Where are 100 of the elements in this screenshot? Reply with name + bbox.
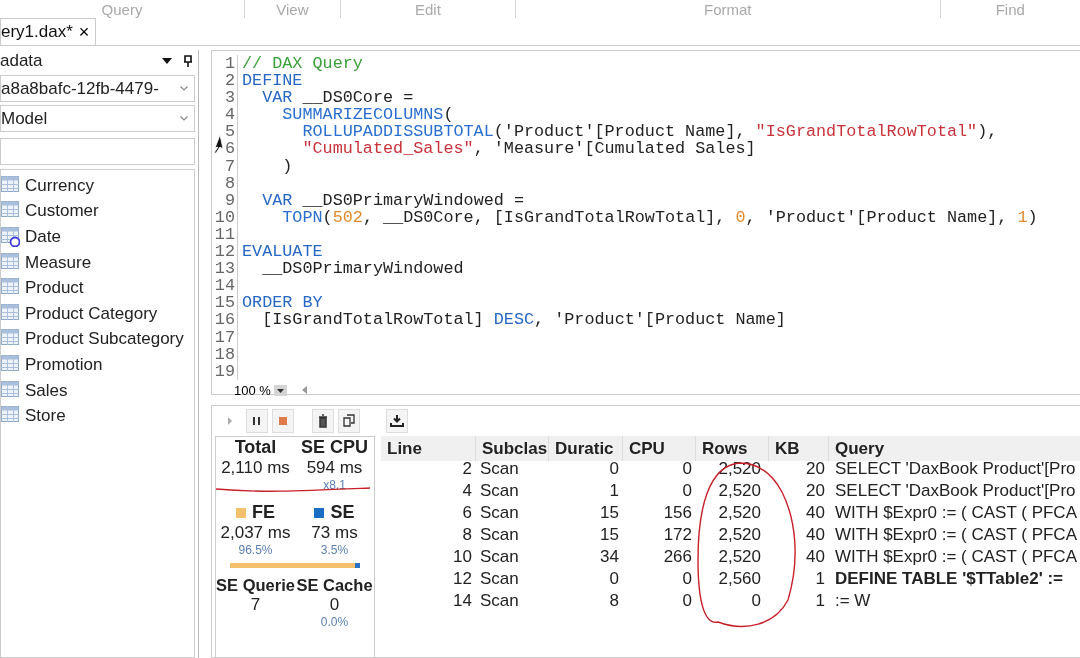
table-cell-text: 0 bbox=[681, 458, 693, 480]
line-number: 7 bbox=[212, 157, 238, 175]
line-number: 9 bbox=[212, 191, 238, 209]
model-dropdown[interactable]: Model bbox=[0, 105, 195, 132]
close-button[interactable]: × bbox=[78, 21, 90, 43]
table-cell-text: Scan bbox=[479, 480, 520, 502]
copy-button[interactable] bbox=[338, 409, 360, 433]
line-number: 10 bbox=[212, 208, 238, 226]
metric-value: 0 bbox=[328, 595, 341, 615]
line-number: 11 bbox=[212, 225, 238, 244]
table-cell-text: 0 bbox=[750, 590, 762, 612]
code-line: DEFINE bbox=[241, 72, 303, 90]
chevron-down-icon bbox=[180, 116, 188, 121]
copy-icon bbox=[342, 414, 356, 428]
pin-icon[interactable] bbox=[184, 55, 192, 67]
table-cell-text: 40 bbox=[805, 502, 826, 524]
metric-label: Total bbox=[233, 437, 278, 458]
metric-label: FE bbox=[252, 502, 275, 522]
panel-title: adata bbox=[0, 51, 44, 71]
scroll-left-icon[interactable] bbox=[301, 386, 308, 395]
chevron-down-icon bbox=[180, 86, 188, 91]
metric-label: SE CPU bbox=[300, 437, 369, 458]
code-line: TOPN(502, __DS0Core, [IsGrandTotalRowTotal], 0, 'Product'[Product Name], 1) bbox=[281, 208, 1038, 226]
export-button[interactable] bbox=[386, 409, 408, 433]
line-number: 8 bbox=[212, 174, 238, 192]
code-line: ROLLUPADDISSUBTOTAL('Product'[Product Name], "IsGrandTotalRowTotal"), bbox=[301, 123, 998, 141]
table-cell-text: Scan bbox=[479, 546, 520, 568]
ribbon-group-label: Format bbox=[704, 2, 752, 18]
table-cell-text: 0 bbox=[608, 568, 620, 590]
table-name[interactable]: Promotion bbox=[25, 354, 103, 375]
line-number: 16 bbox=[212, 311, 238, 329]
table-cell-text: 2 bbox=[461, 458, 473, 480]
table-name[interactable]: Product bbox=[25, 278, 84, 299]
zoom-level: 100 % bbox=[234, 382, 271, 398]
table-cell-text: 20 bbox=[805, 458, 826, 480]
table-cell-text: 2,520 bbox=[717, 502, 762, 524]
table-cell-text: 2,520 bbox=[717, 480, 762, 502]
column-header[interactable]: Duratic bbox=[549, 436, 623, 461]
column-header[interactable]: Rows bbox=[696, 436, 769, 461]
zoom-dropdown-icon[interactable] bbox=[273, 384, 287, 396]
table-cell-text: 0 bbox=[681, 568, 693, 590]
table-name[interactable]: Product Category bbox=[25, 303, 158, 324]
line-number: 13 bbox=[212, 260, 238, 278]
database-dropdown[interactable]: a8a8bafc-12fb-4479- bbox=[0, 75, 195, 102]
column-header[interactable]: Query bbox=[829, 436, 1080, 461]
code-line: EVALUATE bbox=[241, 243, 323, 261]
dropdown-caret-icon[interactable] bbox=[162, 58, 172, 64]
metric-value: 7 bbox=[249, 595, 262, 615]
table-name[interactable]: Date bbox=[25, 227, 61, 247]
table-name[interactable]: Store bbox=[25, 406, 66, 427]
table-cell-text: WITH $Expr0 := ( CAST ( PFCA bbox=[834, 502, 1078, 524]
trash-icon bbox=[316, 414, 330, 428]
table-cell-text: 2,560 bbox=[717, 568, 762, 590]
table-cell-text: 6 bbox=[461, 502, 473, 524]
metric-percent: 3.5% bbox=[319, 543, 350, 557]
document-tab[interactable]: ery1.dax* × bbox=[0, 18, 97, 45]
table-cell-text: 1 bbox=[608, 480, 620, 502]
download-icon bbox=[390, 414, 404, 428]
metric-percent: 0.0% bbox=[319, 615, 350, 629]
code-line: [IsGrandTotalRowTotal] DESC, 'Product'[Product Name] bbox=[261, 311, 786, 329]
table-name[interactable]: Currency bbox=[25, 175, 94, 196]
table-cell-text: 12 bbox=[452, 568, 473, 590]
clear-button[interactable] bbox=[312, 409, 334, 433]
column-header[interactable]: CPU bbox=[623, 436, 696, 461]
metric-value: 594 ms bbox=[305, 458, 364, 478]
table-cell-text: 20 bbox=[805, 480, 826, 502]
table-cell-text: Scan bbox=[479, 502, 520, 524]
table-name[interactable]: Product Subcategory bbox=[25, 329, 184, 350]
metric-value: 73 ms bbox=[310, 523, 359, 543]
table-name[interactable]: Measure bbox=[25, 252, 92, 273]
table-cell-text: Scan bbox=[479, 568, 520, 590]
table-cell-text: 15 bbox=[599, 502, 620, 524]
metric-value: 2,037 ms bbox=[219, 523, 292, 543]
table-cell-text: WITH $Expr0 := ( CAST ( PFCA bbox=[834, 524, 1078, 546]
line-number: 12 bbox=[212, 243, 238, 261]
table-cell-text: 14 bbox=[452, 590, 473, 612]
table-cell-text: SELECT 'DaxBook Product'[Pro bbox=[834, 458, 1077, 480]
table-name[interactable]: Sales bbox=[25, 380, 68, 401]
metric-percent: 96.5% bbox=[237, 543, 274, 557]
column-header[interactable]: Subclas bbox=[476, 436, 549, 461]
table-cell-text: 1 bbox=[814, 590, 826, 612]
table-cell-text: 156 bbox=[662, 502, 693, 524]
table-cell-text: 1 bbox=[814, 568, 826, 590]
line-number: 19 bbox=[212, 362, 238, 380]
line-number: 1 bbox=[212, 55, 238, 73]
column-header[interactable]: Line bbox=[381, 436, 476, 461]
line-number: 3 bbox=[212, 89, 238, 107]
pause-button[interactable] bbox=[246, 409, 268, 433]
code-line: VAR __DS0Core = bbox=[261, 89, 414, 107]
table-cell-text: 0 bbox=[608, 458, 620, 480]
metric-value: 2,110 ms bbox=[220, 458, 291, 478]
code-line: // DAX Query bbox=[241, 55, 363, 73]
ribbon-group-label: View bbox=[276, 2, 309, 18]
table-name[interactable]: Customer bbox=[25, 201, 99, 222]
column-header[interactable]: KB bbox=[769, 436, 829, 461]
table-cell-text: 2,520 bbox=[717, 546, 762, 568]
search-field[interactable] bbox=[0, 138, 195, 165]
table-cell-text: 40 bbox=[805, 546, 826, 568]
table-cell-text: 266 bbox=[662, 546, 693, 568]
line-number: 15 bbox=[212, 294, 238, 312]
